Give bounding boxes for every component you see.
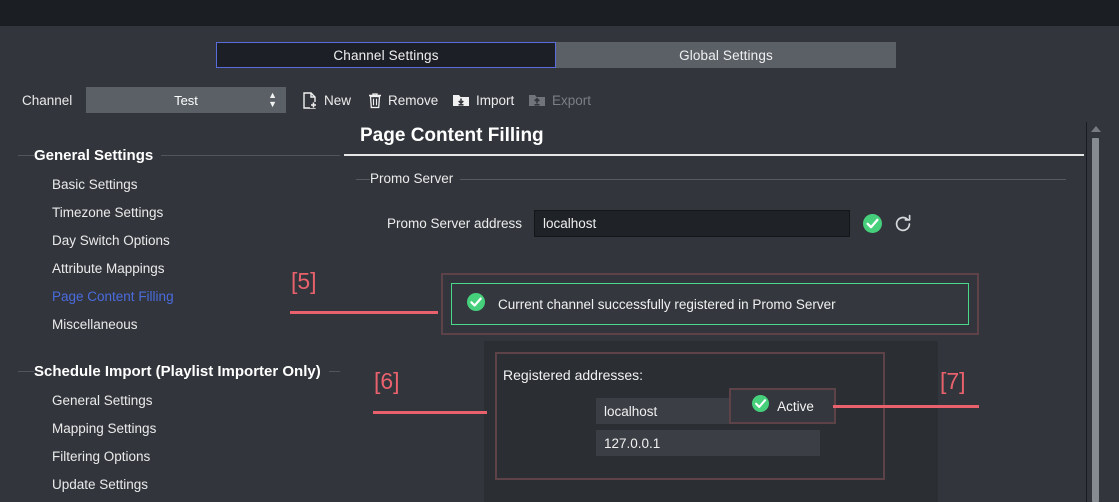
channel-toolbar: Channel Test ▲▼ New Remove [0,86,1119,118]
promo-server-group-title: Promo Server [370,171,460,186]
annotation-number-5: [5] [291,268,317,295]
sidebar-item-basic-settings[interactable]: Basic Settings [0,170,340,198]
sidebar-item-label: Filtering Options [52,449,150,464]
remove-button-label: Remove [388,93,438,108]
sidebar-item-label: Page Content Filling [52,289,174,304]
channel-select[interactable]: Test ▲▼ [86,87,286,113]
new-file-icon [302,92,318,109]
annotation-leader-line-5 [290,311,438,314]
sidebar-item-label: Day Switch Options [52,233,170,248]
annotation-number-6: [6] [374,368,400,395]
page-title-rule [344,154,1084,156]
sidebar-item-attribute-mappings[interactable]: Attribute Mappings [0,254,340,282]
tab-channel-settings-label: Channel Settings [333,48,438,63]
promo-server-address-label: Promo Server address [344,216,534,231]
vertical-scrollbar-track[interactable] [1086,122,1087,502]
registered-address-value: localhost [604,404,657,419]
settings-sidebar: General Settings Basic Settings Timezone… [0,140,340,498]
annotation-leader-line-7 [833,405,979,408]
registration-success-message: Current channel successfully registered … [451,283,969,325]
sidebar-item-label: General Settings [52,393,153,408]
main-content: Page Content Filling Promo Server [344,122,1084,190]
registered-address-value: 127.0.0.1 [604,436,660,451]
active-status-badge: Active [729,388,836,424]
sidebar-item-timezone-settings[interactable]: Timezone Settings [0,198,340,226]
trash-icon [368,92,382,109]
promo-server-address-input[interactable]: localhost [534,210,850,237]
registered-address-item-1[interactable]: 127.0.0.1 [596,430,820,456]
promo-server-address-value: localhost [543,216,596,231]
sidebar-group-general-settings: General Settings [0,140,340,170]
vertical-scrollbar-thumb[interactable] [1092,138,1099,502]
spinner-arrows-icon: ▲▼ [268,91,277,109]
sidebar-group-schedule-import-title: Schedule Import (Playlist Importer Only) [34,363,329,380]
new-button-label: New [324,93,351,108]
window-titlebar [0,0,1119,26]
channel-select-value: Test [174,93,198,108]
sidebar-item-mapping-settings[interactable]: Mapping Settings [0,414,340,442]
check-circle-icon [466,292,486,317]
export-button-label: Export [552,93,591,108]
promo-server-group: Promo Server [344,170,1084,190]
sidebar-item-label: Miscellaneous [52,317,138,332]
import-folder-icon [452,92,470,108]
refresh-icon[interactable] [893,214,913,234]
annotation-number-7: [7] [940,368,966,395]
remove-button[interactable]: Remove [368,88,438,112]
sidebar-item-label: Timezone Settings [52,205,163,220]
tab-global-settings[interactable]: Global Settings [556,42,896,68]
registration-success-text: Current channel successfully registered … [498,297,836,312]
sidebar-group-schedule-import: Schedule Import (Playlist Importer Only) [0,356,340,386]
check-circle-icon [862,213,883,234]
tab-channel-settings[interactable]: Channel Settings [216,42,556,68]
channel-label: Channel [22,93,72,108]
export-folder-icon [528,92,546,108]
promo-server-address-row: Promo Server address localhost [344,210,913,237]
sidebar-item-day-switch-options[interactable]: Day Switch Options [0,226,340,254]
sidebar-item-label: Mapping Settings [52,421,156,436]
active-status-label: Active [777,399,814,414]
check-circle-icon [751,394,770,418]
import-button[interactable]: Import [452,88,514,112]
group-divider-line [356,179,1066,180]
settings-tabstrip: Channel Settings Global Settings [216,42,896,68]
sidebar-item-miscellaneous[interactable]: Miscellaneous [0,310,340,338]
sidebar-item-si-general-settings[interactable]: General Settings [0,386,340,414]
annotation-leader-line-6 [373,411,487,414]
sidebar-group-general-settings-title: General Settings [34,147,161,164]
scroll-up-arrow-icon[interactable] [1091,126,1101,132]
import-button-label: Import [476,93,514,108]
sidebar-item-label: Attribute Mappings [52,261,165,276]
export-button[interactable]: Export [528,88,591,112]
sidebar-item-label: Basic Settings [52,177,138,192]
page-title: Page Content Filling [344,122,1084,150]
sidebar-item-label: Update Settings [52,477,148,492]
tab-global-settings-label: Global Settings [679,48,773,63]
registered-addresses-heading: Registered addresses: [503,367,643,383]
sidebar-item-page-content-filling[interactable]: Page Content Filling [0,282,340,310]
new-button[interactable]: New [302,88,351,112]
sidebar-item-update-settings[interactable]: Update Settings [0,470,340,498]
sidebar-item-filtering-options[interactable]: Filtering Options [0,442,340,470]
